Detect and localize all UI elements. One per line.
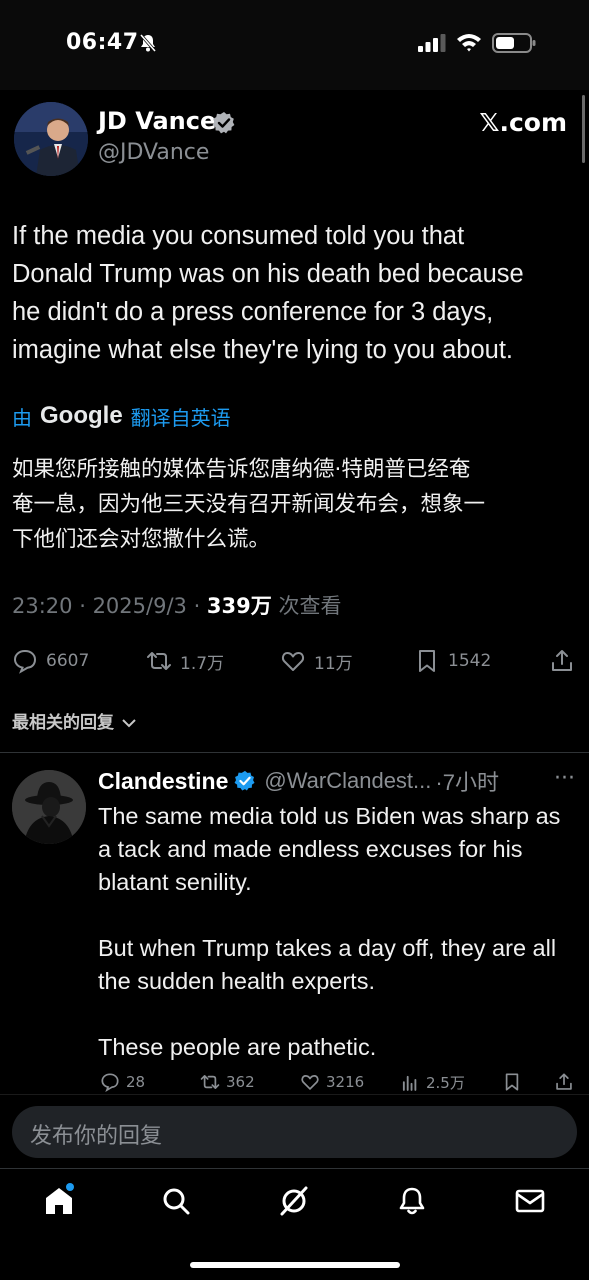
translated-by-label: 由 (12, 405, 32, 430)
bookmark-icon (505, 1073, 519, 1091)
messages-icon[interactable] (514, 1185, 546, 1217)
heart-icon (301, 1075, 319, 1090)
views-label: 次查看 (271, 594, 342, 618)
reply-like-count: 3216 (326, 1073, 365, 1091)
reply-text: The same media told us Biden was sharp a… (98, 800, 578, 1097)
replies-sort-label: 最相关的回复 (12, 713, 114, 733)
x-logo-label: 𝕏.com (479, 108, 567, 137)
reply-author-name[interactable]: Clandestine (98, 768, 228, 795)
tweet-action-bar: 6607 1.7万 11万 1542 (0, 640, 589, 680)
replies-sort-dropdown[interactable]: 最相关的回复 (12, 708, 136, 733)
tweet-line: he didn't do a press conference for 3 da… (12, 298, 494, 326)
search-icon[interactable] (160, 1185, 192, 1217)
more-options-icon[interactable]: ··· (554, 766, 575, 791)
wifi-icon (457, 34, 481, 52)
reply-repost-button[interactable]: 362 (200, 1072, 255, 1092)
reply-views-button[interactable]: 2.5万 (400, 1072, 465, 1093)
notifications-icon[interactable] (396, 1185, 428, 1217)
tweet-meta: 23:20 · 2025/9/3 · 339万 次查看 (12, 590, 341, 620)
tweet-line: imagine what else they're lying to you a… (12, 336, 513, 364)
tweet-line: Donald Trump was on his death bed becaus… (12, 260, 524, 288)
reply-button[interactable]: 6607 (12, 648, 89, 674)
google-logo: Google (40, 402, 123, 429)
translation-attribution: 由 Google 翻译自英语 (12, 401, 231, 431)
reply-action-bar: 28 362 3216 2.5万 (0, 1072, 589, 1096)
reply-count: 6607 (46, 651, 90, 671)
like-button[interactable]: 11万 (280, 648, 353, 674)
reply-bookmark-button[interactable] (502, 1072, 522, 1092)
reply-time: ·7小时 (435, 770, 499, 795)
translated-from-english-link[interactable]: 翻译自英语 (131, 402, 231, 431)
repost-button[interactable]: 1.7万 (146, 648, 224, 674)
reply-header: Clandestine @WarClandest... ·7小时 (98, 766, 499, 796)
repost-icon (147, 652, 171, 670)
chevron-down-icon (122, 719, 136, 728)
reply-reply-button[interactable]: 28 (100, 1072, 145, 1092)
status-bar: 06:47 (0, 0, 589, 90)
status-time: 06:47 (66, 30, 139, 55)
grok-icon[interactable] (278, 1185, 310, 1217)
tweet-date[interactable]: 2025/9/3 (93, 594, 187, 618)
avatar-photo (14, 102, 88, 176)
home-indicator[interactable] (190, 1262, 400, 1268)
repost-icon (200, 1075, 220, 1089)
share-icon (552, 650, 572, 671)
tweet-text: If the media you consumed told you that … (12, 217, 582, 369)
tweet-line: If the media you consumed told you that (12, 222, 465, 250)
view-count: 339万 (206, 594, 272, 618)
reply-share-button[interactable] (554, 1072, 574, 1092)
bookmark-count: 1542 (448, 651, 492, 671)
reply-like-button[interactable]: 3216 (300, 1072, 364, 1092)
reply-icon (101, 1073, 119, 1092)
verified-badge-icon (234, 770, 255, 791)
meta-separator: · (186, 594, 207, 618)
reply-input-placeholder: 发布你的回复 (30, 1124, 163, 1149)
like-count: 11万 (314, 653, 353, 674)
reply-reply-count: 28 (126, 1073, 146, 1091)
home-notification-dot (66, 1183, 74, 1191)
bookmark-icon (419, 650, 435, 672)
reply-icon (13, 649, 37, 674)
author-name[interactable]: JD Vance (98, 107, 216, 135)
verified-badge-icon (212, 112, 235, 134)
signal-icon (418, 34, 446, 52)
translated-line: 如果您所接触的媒体告诉您唐纳德·特朗普已经奄 (12, 457, 471, 482)
reply-repost-count: 362 (226, 1073, 255, 1091)
reply-author-handle[interactable]: @WarClandest... (264, 768, 431, 794)
reply-input[interactable]: 发布你的回复 (12, 1106, 577, 1158)
analytics-icon (402, 1075, 417, 1091)
reply-avatar-photo (12, 770, 86, 844)
meta-separator: · (72, 594, 93, 618)
tweet-time: 23:20 (12, 594, 73, 618)
repost-count: 1.7万 (180, 653, 225, 674)
scrollbar[interactable] (582, 95, 585, 163)
divider (0, 752, 589, 753)
battery-icon (492, 33, 536, 53)
author-handle[interactable]: @JDVance (98, 140, 209, 165)
share-button[interactable] (549, 648, 575, 674)
reply-avatar[interactable] (12, 770, 86, 844)
reply-paragraph: The same media told us Biden was sharp a… (98, 803, 561, 895)
bell-off-icon (139, 34, 157, 52)
avatar[interactable] (14, 102, 88, 176)
bookmark-button[interactable]: 1542 (414, 648, 491, 674)
reply-view-count: 2.5万 (426, 1074, 465, 1092)
translated-line: 奄一息，因为他三天没有召开新闻发布会，想象一 (12, 492, 486, 517)
translated-line: 下他们还会对您撒什么谎。 (12, 527, 271, 552)
heart-icon (281, 652, 305, 671)
translated-text: 如果您所接触的媒体告诉您唐纳德·特朗普已经奄 奄一息，因为他三天没有召开新闻发布… (12, 452, 580, 557)
share-icon (556, 1073, 572, 1090)
reply-paragraph: But when Trump takes a day off, they are… (98, 935, 557, 994)
reply-paragraph: These people are pathetic. (98, 1034, 377, 1060)
